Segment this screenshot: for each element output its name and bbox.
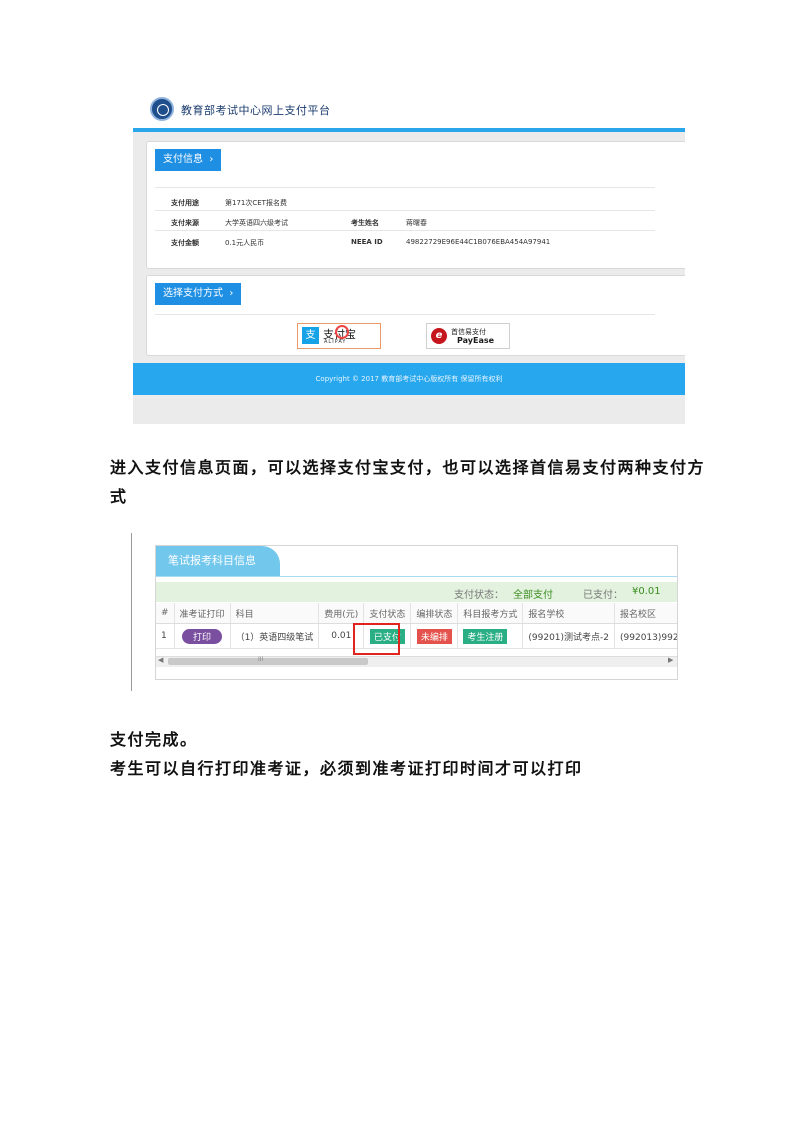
exam-subject-screenshot: 笔试报考科目信息 支付状态： 全部支付 已支付： ¥0.01 # 准考证打印 科… [155,545,678,680]
horizontal-scrollbar[interactable]: ◀ III ▶ [156,656,677,667]
tab-payment-method[interactable]: 选择支付方式 › [155,283,242,305]
header-divider [133,128,685,132]
payment-status-bar: 支付状态： 全部支付 已支付： ¥0.01 [156,582,677,602]
column-header: 科目 [230,603,320,624]
school-cell: (99201)测试考点-2 [522,623,616,649]
alipay-label-en: ALIPAY [324,339,347,345]
column-header: 支付状态 [363,603,412,624]
info-value: 蒋曙春 [406,219,427,227]
apply-method-cell: 考生注册 [457,623,524,649]
divider [155,210,655,211]
divider [156,576,677,577]
info-value: 第171次CET报名费 [225,199,287,207]
campus-cell: (992013)99201-3学 [614,623,677,649]
column-header: 编排状态 [410,603,459,624]
instruction-paragraph-3: 考生可以自行打印准考证，必须到准考证打印时间才可以打印 [110,759,583,778]
print-cell: 打印 [174,623,231,649]
info-label: NEEA ID [351,238,383,246]
info-label: 考生姓名 [351,219,379,227]
info-row-amount: 支付金额 0.1元人民币 NEEA ID 49822729E96E44C1B07… [171,238,651,248]
info-label: 支付用途 [171,199,199,207]
info-row-purpose: 支付用途 第171次CET报名费 [171,198,287,208]
divider [155,314,655,315]
neea-logo-icon [150,97,174,121]
payment-info-card: 支付信息 › 支付用途 第171次CET报名费 支付来源 大学英语四六级考试 考… [146,141,685,269]
payease-icon: e [431,328,447,344]
column-header: # [156,603,175,624]
instruction-paragraph-1: 进入支付信息页面，可以选择支付宝支付，也可以选择首信易支付两种支付方式 [110,458,706,506]
alipay-button[interactable]: 支 支付宝 ALIPAY [297,323,381,349]
payment-method-card: 选择支付方式 › 支 支付宝 ALIPAY e 首信易支付 PayEase [146,275,685,356]
apply-method-badge: 考生注册 [463,628,508,644]
info-value: 49822729E96E44C1B076EBA454A97941 [406,238,551,246]
chevron-right-icon: › [226,288,234,299]
payease-button[interactable]: e 首信易支付 PayEase [426,323,510,349]
scroll-left-icon[interactable]: ◀ [158,656,163,664]
column-header: 准考证打印 [174,603,231,624]
divider [155,187,655,188]
unarranged-badge: 未编排 [416,628,452,644]
divider [155,230,655,231]
tab-payment-info[interactable]: 支付信息 › [155,149,222,171]
info-value: 0.1元人民币 [225,239,265,247]
paid-label: 已支付： [583,590,623,601]
tab-exam-subject-info[interactable]: 笔试报考科目信息 [156,546,280,576]
column-header: 费用(元) [318,603,365,624]
paid-status-highlight [353,623,400,655]
scroll-grip: III [258,656,264,663]
column-header: 科目报考方式 [457,603,524,624]
column-header: 报名学校 [522,603,616,624]
scroll-right-icon[interactable]: ▶ [668,656,673,664]
status-label: 支付状态： [454,590,504,601]
info-label: 支付来源 [171,219,199,227]
alipay-icon: 支 [302,327,319,344]
info-row-source: 支付来源 大学英语四六级考试 考生姓名 蒋曙春 [171,218,651,228]
arrange-status-cell: 未编排 [410,623,459,649]
row-index: 1 [156,623,175,649]
print-ticket-button[interactable]: 打印 [182,628,223,644]
chevron-right-icon: › [206,154,214,165]
subject-cell: （1）英语四级笔试 [230,623,320,649]
cursor-highlight-ring [335,325,349,339]
tab-payment-method-label: 选择支付方式 [163,288,223,299]
status-value: 全部支付 [513,590,553,601]
copyright-text: Copyright © 2017 教育部考试中心版权所有 保留所有权利 [315,375,503,383]
site-header: 教育部考试中心网上支付平台 [133,88,685,128]
scroll-thumb[interactable]: III [168,656,368,665]
payment-platform-screenshot: 教育部考试中心网上支付平台 支付信息 › 支付用途 第171次CET报名费 支付… [133,88,685,424]
quote-rule [131,533,132,691]
paid-value: ¥0.01 [632,586,661,597]
info-value: 大学英语四六级考试 [225,219,288,227]
subject-table: # 准考证打印 科目 费用(元) 支付状态 编排状态 科目报考方式 报名学校 报… [156,603,677,649]
payease-label-en: PayEase [457,336,495,345]
site-footer: Copyright © 2017 教育部考试中心版权所有 保留所有权利 [133,363,685,395]
table-header-row: # 准考证打印 科目 费用(元) 支付状态 编排状态 科目报考方式 报名学校 报… [156,603,677,624]
tab-payment-info-label: 支付信息 [163,154,203,165]
column-header: 报名校区 [614,603,677,624]
site-title: 教育部考试中心网上支付平台 [181,104,331,117]
instruction-paragraph-2: 支付完成。 [110,730,198,749]
table-row: 1 打印 （1）英语四级笔试 0.01 已支付 未编排 考生注册 (99201)… [156,623,677,649]
info-label: 支付金额 [171,239,199,247]
